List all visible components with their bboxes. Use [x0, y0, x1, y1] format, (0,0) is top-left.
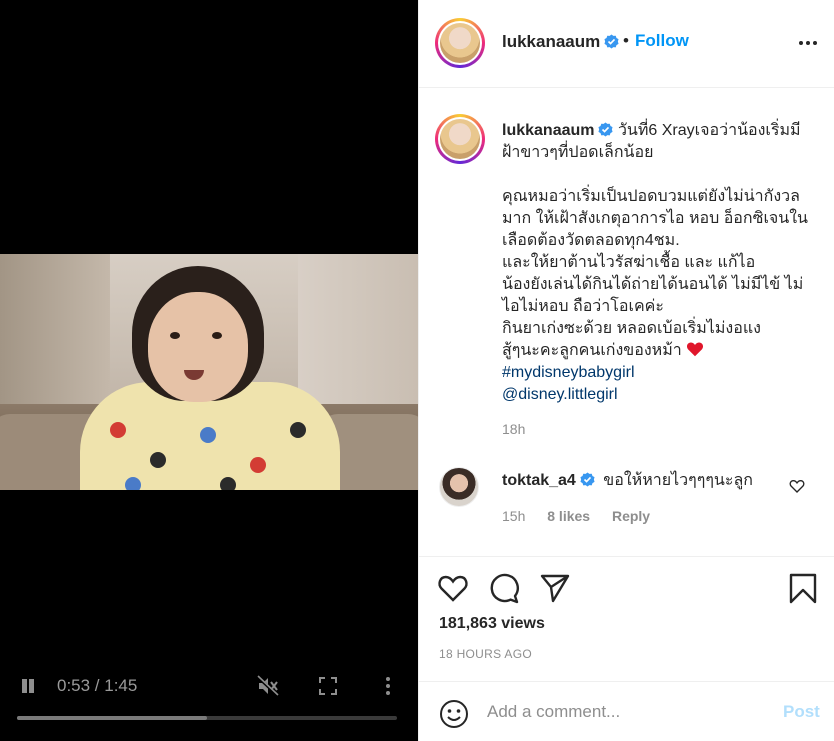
caption-line: คุณหมอว่าเริ่มเป็นปอดบวมแต่ยังไม่น่ากังว… — [502, 188, 808, 249]
video-player[interactable]: 0:53 / 1:45 — [0, 0, 418, 741]
video-time: 0:53 / 1:45 — [57, 676, 138, 695]
comments-section[interactable]: lukkanaaum วันที่6 Xrayเจอว่าน้องเริ่มมี… — [419, 89, 834, 557]
caption-body: คุณหมอว่าเริ่มเป็นปอดบวมแต่ยังไม่น่ากังว… — [502, 186, 818, 406]
video-child-eye — [212, 332, 222, 339]
caption-username[interactable]: lukkanaaum — [502, 122, 594, 139]
post-age[interactable]: 18 HOURS AGO — [439, 647, 532, 661]
comment-body: ขอให้หายไวๆๆๆนะลูก — [603, 472, 753, 489]
verified-badge-icon — [598, 122, 614, 137]
comment-like-heart-icon[interactable] — [789, 478, 805, 494]
comment-icon[interactable] — [488, 572, 520, 604]
pajama-print — [250, 457, 266, 473]
caption-text: lukkanaaum วันที่6 Xrayเจอว่าน้องเริ่มมี… — [502, 120, 818, 406]
comment-timestamp[interactable]: 15h — [502, 508, 525, 524]
caption-line: น้องยังเล่นได้กินได้ถ่ายได้นอนได้ ไม่มีไ… — [502, 276, 804, 315]
pajama-print — [290, 422, 306, 438]
video-progress-fill — [17, 716, 207, 720]
pajama-print — [125, 477, 141, 490]
avatar[interactable] — [435, 114, 485, 164]
avatar[interactable] — [439, 467, 479, 507]
verified-badge-icon — [604, 34, 619, 49]
post-comment-button[interactable]: Post — [783, 702, 820, 722]
caption-line: กินยาเก่งซะด้วย หลอดเบ้อเริ่มไม่งอแง — [502, 320, 761, 337]
add-comment-bar: Post — [419, 681, 834, 741]
video-child-eye — [170, 332, 180, 339]
fullscreen-icon[interactable] — [318, 676, 338, 696]
mention-link[interactable]: @disney.littlegirl — [502, 384, 818, 406]
caption-line: สู้ๆนะคะลูกคนเก่งของหม้า — [502, 342, 682, 359]
muted-speaker-icon[interactable] — [256, 675, 280, 697]
more-vertical-icon[interactable] — [378, 675, 398, 697]
heart-icon[interactable] — [437, 572, 469, 604]
comment-text: toktak_a4 ขอให้หายไวๆๆๆนะลูก — [502, 470, 782, 492]
bookmark-icon[interactable] — [787, 572, 819, 604]
view-count[interactable]: 181,863 views — [439, 615, 545, 633]
emoji-smiley-icon[interactable] — [439, 699, 469, 729]
video-controls: 0:53 / 1:45 — [0, 666, 418, 741]
pajama-print — [200, 427, 216, 443]
pajama-print — [110, 422, 126, 438]
more-horizontal-icon[interactable] — [797, 36, 819, 50]
video-child-face — [148, 292, 248, 402]
pause-icon[interactable] — [18, 676, 38, 696]
post-panel: lukkanaaum • Follow lukkanaaum วันที่6 X… — [418, 0, 834, 741]
header-username[interactable]: lukkanaaum — [502, 32, 619, 52]
comment-meta: 15h 8 likes Reply — [502, 508, 668, 524]
username-text: lukkanaaum — [502, 32, 601, 51]
comment-likes-count[interactable]: 8 likes — [547, 508, 590, 524]
follow-button[interactable]: Follow — [635, 31, 689, 51]
video-progress-bar[interactable] — [17, 716, 397, 720]
comment-username[interactable]: toktak_a4 — [502, 472, 576, 489]
hashtag-link[interactable]: #mydisneybabygirl — [502, 362, 818, 384]
caption-line: และให้ยาต้านไวรัสฆ่าเชื้อ และ แก้ไอ — [502, 254, 756, 271]
red-heart-emoji-icon — [686, 342, 703, 357]
share-paper-plane-icon[interactable] — [539, 572, 571, 604]
reply-button[interactable]: Reply — [612, 508, 650, 524]
pajama-print — [220, 477, 236, 490]
verified-badge-icon — [580, 472, 595, 487]
post-actions: 181,863 views 18 HOURS AGO — [419, 557, 834, 677]
comment-input[interactable] — [487, 697, 767, 727]
video-frame[interactable] — [0, 254, 418, 490]
pajama-print — [150, 452, 166, 468]
caption-timestamp[interactable]: 18h — [502, 421, 525, 437]
post-header: lukkanaaum • Follow — [419, 0, 834, 88]
avatar[interactable] — [435, 18, 485, 68]
separator-dot: • — [623, 31, 629, 50]
